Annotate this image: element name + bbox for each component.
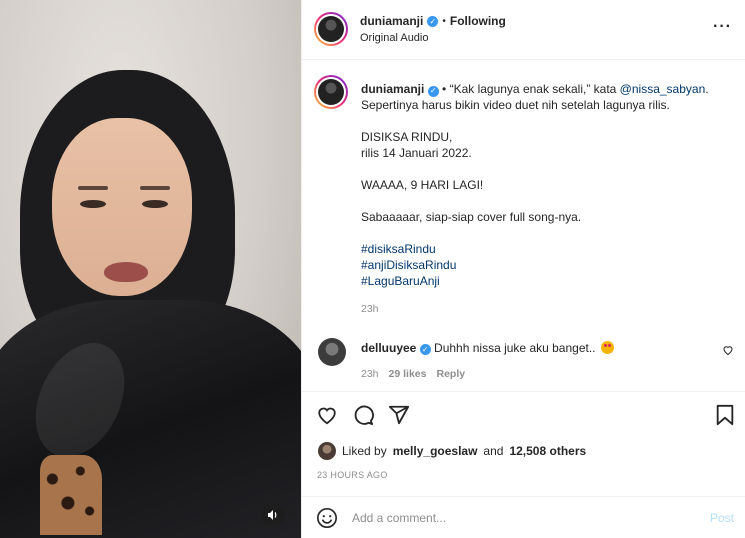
comment-item: delluuyee ✓ Duhhh nissa juke aku banget.… bbox=[314, 338, 734, 388]
post-video[interactable] bbox=[0, 0, 301, 538]
post-caption: duniamanji ✓ • “Kak lagunya enak sekali,… bbox=[361, 81, 731, 317]
liked-by-middle: and bbox=[483, 444, 504, 458]
video-eye-right bbox=[142, 200, 168, 208]
post-actions: Liked by melly_goeslaw and 12,508 others… bbox=[302, 391, 745, 493]
hashtag-list: #disiksaRindu #anjiDisiksaRindu #LaguBar… bbox=[361, 241, 731, 289]
caption-text-prefix: • “Kak lagunya enak sekali,” kata bbox=[442, 82, 617, 96]
video-eye-left bbox=[80, 200, 106, 208]
hashtag-link[interactable]: #disiksaRindu bbox=[361, 241, 731, 257]
comment-reply-button[interactable]: Reply bbox=[436, 368, 465, 380]
save-bookmark-icon[interactable] bbox=[714, 404, 736, 426]
post-header: duniamanji ✓ • Following Original Audio … bbox=[302, 0, 745, 60]
comments-section[interactable]: duniamanji ✓ • “Kak lagunya enak sekali,… bbox=[302, 61, 745, 391]
comment-meta: 23h 29 likes Reply bbox=[361, 368, 465, 380]
caption-cover-note: Sabaaaaar, siap-siap cover full song-nya… bbox=[361, 210, 582, 224]
video-mouth bbox=[104, 262, 148, 282]
speaker-icon bbox=[268, 510, 277, 520]
likes-count-link[interactable]: 12,508 others bbox=[509, 444, 586, 458]
commenter-verified-badge-icon: ✓ bbox=[419, 344, 431, 355]
video-leopard-scarf bbox=[40, 455, 102, 535]
caption-verified-badge-icon: ✓ bbox=[427, 85, 439, 97]
caption-countdown: WAAAA, 9 HARI LAGI! bbox=[361, 178, 484, 192]
comment-like-heart-icon[interactable] bbox=[722, 344, 734, 359]
comment-text: Duhhh nissa juke aku banget.. bbox=[434, 341, 596, 355]
author-username[interactable]: duniamanji bbox=[360, 14, 423, 28]
hashtag-link[interactable]: #anjiDisiksaRindu bbox=[361, 257, 731, 273]
comment-input[interactable] bbox=[352, 509, 682, 527]
post-comment-button[interactable]: Post bbox=[710, 511, 734, 525]
comment-body: delluuyee ✓ Duhhh nissa juke aku banget.… bbox=[361, 341, 614, 355]
hashtag-link[interactable]: #LaguBaruAnji bbox=[361, 273, 731, 289]
heart-eyes-emoji-icon bbox=[600, 341, 614, 354]
liked-by-row: Liked by melly_goeslaw and 12,508 others bbox=[318, 442, 586, 460]
share-send-icon[interactable] bbox=[388, 404, 410, 426]
sound-toggle-button[interactable] bbox=[261, 503, 285, 527]
header-separator: • bbox=[442, 15, 446, 27]
caption-author-avatar[interactable] bbox=[314, 75, 348, 109]
liker-username[interactable]: melly_goeslaw bbox=[393, 444, 478, 458]
liked-by-prefix: Liked by bbox=[342, 444, 387, 458]
mention-link[interactable]: @nissa_sabyan bbox=[620, 82, 706, 96]
caption-username[interactable]: duniamanji bbox=[361, 82, 424, 96]
liker-avatar[interactable] bbox=[318, 442, 336, 460]
comment-timestamp[interactable]: 23h bbox=[361, 368, 379, 380]
author-avatar[interactable] bbox=[314, 12, 348, 46]
comment-bubble-icon[interactable] bbox=[352, 404, 374, 426]
caption-timestamp[interactable]: 23h bbox=[361, 301, 731, 317]
following-button[interactable]: Following bbox=[450, 14, 506, 28]
video-brow-left bbox=[78, 186, 108, 190]
emoji-picker-icon[interactable] bbox=[316, 507, 338, 529]
post-date[interactable]: 23 HOURS AGO bbox=[317, 470, 388, 480]
original-audio-link[interactable]: Original Audio bbox=[360, 32, 429, 44]
commenter-username[interactable]: delluuyee bbox=[361, 341, 416, 355]
verified-badge-icon: ✓ bbox=[427, 15, 439, 27]
add-comment-bar: Post bbox=[302, 496, 745, 538]
like-heart-icon[interactable] bbox=[316, 404, 338, 426]
header-user-row: duniamanji ✓ • Following bbox=[360, 14, 506, 28]
commenter-avatar[interactable] bbox=[318, 338, 346, 366]
more-options-icon[interactable]: ··· bbox=[713, 18, 732, 36]
comment-likes-count[interactable]: 29 likes bbox=[389, 368, 427, 380]
post-panel: duniamanji ✓ • Following Original Audio … bbox=[301, 0, 745, 538]
caption-title-line: DISIKSA RINDU, bbox=[361, 130, 453, 144]
video-brow-right bbox=[140, 186, 170, 190]
caption-release-line: rilis 14 Januari 2022. bbox=[361, 146, 472, 160]
